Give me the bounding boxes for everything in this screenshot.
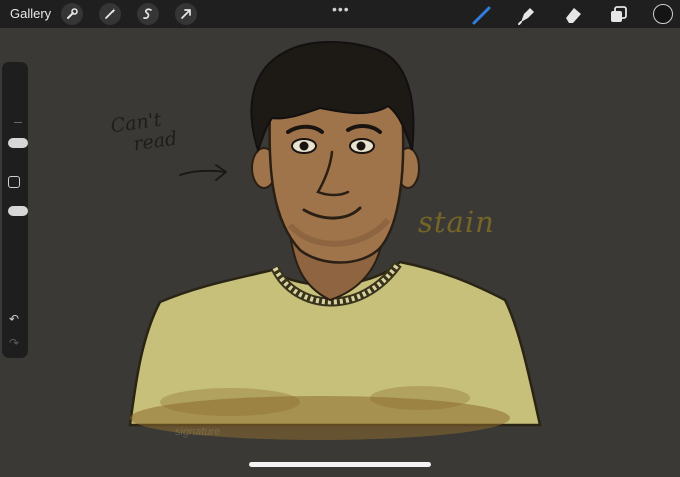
brush-tool-button[interactable] <box>471 4 491 25</box>
drawing-canvas[interactable]: Can't read stain signature <box>0 28 680 472</box>
artist-signature: signature <box>175 426 221 438</box>
redo-icon[interactable]: ↷ <box>9 336 19 350</box>
eraser-icon <box>566 8 581 23</box>
top-toolbar: Gallery ••• <box>0 0 680 28</box>
more-options-button[interactable]: ••• <box>332 1 350 17</box>
adjustments-button[interactable] <box>99 3 121 25</box>
selection-button[interactable] <box>137 3 159 25</box>
wrench-icon <box>67 8 78 19</box>
slider-tick <box>14 122 22 123</box>
sidebar: ↶ ↷ <box>2 62 28 358</box>
layers-icon <box>611 6 627 22</box>
layers-button[interactable] <box>608 4 628 24</box>
artwork <box>128 41 542 440</box>
brush-icon <box>472 6 491 25</box>
smudge-tool-button[interactable] <box>516 4 536 25</box>
magic-wand-icon <box>105 8 116 19</box>
note-cant-read: Can't read <box>109 108 179 156</box>
actions-wrench-button[interactable] <box>61 3 83 25</box>
stain-label: stain <box>418 205 495 239</box>
color-picker-button[interactable] <box>653 4 673 24</box>
eraser-tool-button[interactable] <box>562 4 582 24</box>
note-arrow <box>179 164 227 181</box>
undo-icon[interactable]: ↶ <box>9 312 19 326</box>
face <box>268 98 405 264</box>
selection-icon <box>143 8 152 19</box>
modify-button[interactable] <box>8 176 20 188</box>
opacity-slider[interactable] <box>6 200 28 280</box>
brush-size-handle[interactable] <box>8 138 28 148</box>
home-indicator[interactable] <box>249 462 431 467</box>
transform-button[interactable] <box>175 3 197 25</box>
opacity-handle[interactable] <box>8 206 28 216</box>
smudge-icon <box>518 8 534 25</box>
gallery-button[interactable]: Gallery <box>10 6 51 21</box>
transform-arrow-icon <box>181 9 191 19</box>
